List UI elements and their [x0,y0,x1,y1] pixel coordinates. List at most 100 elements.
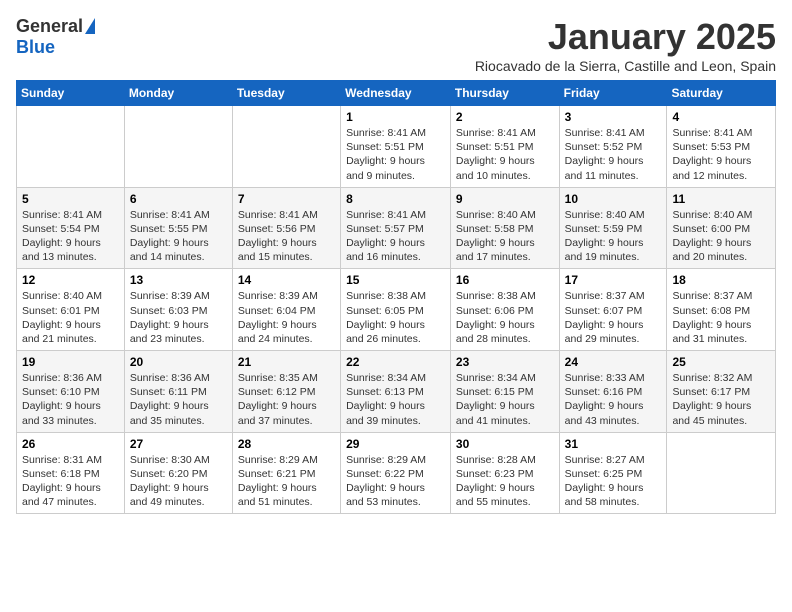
day-number: 22 [346,355,445,369]
calendar-cell: 7 Sunrise: 8:41 AM Sunset: 5:56 PM Daylig… [232,187,340,269]
calendar-cell: 25 Sunrise: 8:32 AM Sunset: 6:17 PM Dayli… [667,351,776,433]
calendar-cell: 30Sunrise: 8:28 AM Sunset: 6:23 PM Dayli… [450,432,559,514]
day-info: Sunrise: 8:41 AM Sunset: 5:55 PM Dayligh… [130,208,227,265]
day-number: 16 [456,273,554,287]
day-info: Sunrise: 8:41 AM Sunset: 5:57 PM Dayligh… [346,208,445,265]
calendar-week-row: 19Sunrise: 8:36 AM Sunset: 6:10 PM Dayli… [17,351,776,433]
day-info: Sunrise: 8:41 AM Sunset: 5:56 PM Dayligh… [238,208,335,265]
calendar-cell [232,106,340,188]
calendar-cell: 8 Sunrise: 8:41 AM Sunset: 5:57 PM Daylig… [341,187,451,269]
calendar-week-row: 26Sunrise: 8:31 AM Sunset: 6:18 PM Dayli… [17,432,776,514]
calendar-cell: 4 Sunrise: 8:41 AM Sunset: 5:53 PM Daylig… [667,106,776,188]
calendar-cell: 2 Sunrise: 8:41 AM Sunset: 5:51 PM Daylig… [450,106,559,188]
page-header: General Blue January 2025 Riocavado de l… [16,16,776,74]
calendar-cell: 20Sunrise: 8:36 AM Sunset: 6:11 PM Dayli… [124,351,232,433]
day-info: Sunrise: 8:38 AM Sunset: 6:05 PM Dayligh… [346,289,445,346]
day-number: 25 [672,355,770,369]
day-header-monday: Monday [124,81,232,106]
calendar-cell: 29 Sunrise: 8:29 AM Sunset: 6:22 PM Dayli… [341,432,451,514]
calendar-header-row: SundayMondayTuesdayWednesdayThursdayFrid… [17,81,776,106]
day-number: 8 [346,192,445,206]
day-info: Sunrise: 8:39 AM Sunset: 6:04 PM Dayligh… [238,289,335,346]
calendar-cell: 12Sunrise: 8:40 AM Sunset: 6:01 PM Dayli… [17,269,125,351]
day-info: Sunrise: 8:37 AM Sunset: 6:08 PM Dayligh… [672,289,770,346]
calendar-cell: 18 Sunrise: 8:37 AM Sunset: 6:08 PM Dayli… [667,269,776,351]
day-header-thursday: Thursday [450,81,559,106]
calendar-week-row: 5Sunrise: 8:41 AM Sunset: 5:54 PM Daylig… [17,187,776,269]
day-number: 28 [238,437,335,451]
day-info: Sunrise: 8:30 AM Sunset: 6:20 PM Dayligh… [130,453,227,510]
calendar-week-row: 12Sunrise: 8:40 AM Sunset: 6:01 PM Dayli… [17,269,776,351]
calendar-cell: 6Sunrise: 8:41 AM Sunset: 5:55 PM Daylig… [124,187,232,269]
day-info: Sunrise: 8:39 AM Sunset: 6:03 PM Dayligh… [130,289,227,346]
day-number: 24 [565,355,662,369]
day-number: 19 [22,355,119,369]
logo-triangle-icon [85,18,95,34]
calendar-cell: 22 Sunrise: 8:34 AM Sunset: 6:13 PM Dayli… [341,351,451,433]
day-info: Sunrise: 8:40 AM Sunset: 6:01 PM Dayligh… [22,289,119,346]
day-info: Sunrise: 8:41 AM Sunset: 5:53 PM Dayligh… [672,126,770,183]
calendar-cell: 9 Sunrise: 8:40 AM Sunset: 5:58 PM Daylig… [450,187,559,269]
day-info: Sunrise: 8:41 AM Sunset: 5:51 PM Dayligh… [456,126,554,183]
calendar-cell: 14 Sunrise: 8:39 AM Sunset: 6:04 PM Dayli… [232,269,340,351]
calendar-cell: 23Sunrise: 8:34 AM Sunset: 6:15 PM Dayli… [450,351,559,433]
day-number: 9 [456,192,554,206]
day-number: 11 [672,192,770,206]
day-info: Sunrise: 8:41 AM Sunset: 5:51 PM Dayligh… [346,126,445,183]
day-info: Sunrise: 8:35 AM Sunset: 6:12 PM Dayligh… [238,371,335,428]
day-number: 7 [238,192,335,206]
calendar-cell: 13 Sunrise: 8:39 AM Sunset: 6:03 PM Dayli… [124,269,232,351]
calendar-cell: 17 Sunrise: 8:37 AM Sunset: 6:07 PM Dayli… [559,269,667,351]
calendar-cell: 11 Sunrise: 8:40 AM Sunset: 6:00 PM Dayli… [667,187,776,269]
calendar-cell: 3 Sunrise: 8:41 AM Sunset: 5:52 PM Daylig… [559,106,667,188]
day-info: Sunrise: 8:41 AM Sunset: 5:52 PM Dayligh… [565,126,662,183]
day-number: 27 [130,437,227,451]
day-number: 29 [346,437,445,451]
title-block: January 2025 Riocavado de la Sierra, Cas… [475,16,776,74]
location-subtitle: Riocavado de la Sierra, Castille and Leo… [475,58,776,74]
calendar-cell [667,432,776,514]
day-header-wednesday: Wednesday [341,81,451,106]
day-number: 10 [565,192,662,206]
calendar-cell: 16Sunrise: 8:38 AM Sunset: 6:06 PM Dayli… [450,269,559,351]
calendar-cell [124,106,232,188]
day-info: Sunrise: 8:28 AM Sunset: 6:23 PM Dayligh… [456,453,554,510]
day-number: 17 [565,273,662,287]
day-info: Sunrise: 8:37 AM Sunset: 6:07 PM Dayligh… [565,289,662,346]
day-number: 21 [238,355,335,369]
day-number: 3 [565,110,662,124]
day-number: 18 [672,273,770,287]
day-number: 4 [672,110,770,124]
day-info: Sunrise: 8:33 AM Sunset: 6:16 PM Dayligh… [565,371,662,428]
day-number: 15 [346,273,445,287]
day-header-sunday: Sunday [17,81,125,106]
day-info: Sunrise: 8:29 AM Sunset: 6:21 PM Dayligh… [238,453,335,510]
day-info: Sunrise: 8:40 AM Sunset: 5:59 PM Dayligh… [565,208,662,265]
day-number: 31 [565,437,662,451]
calendar-cell [17,106,125,188]
day-info: Sunrise: 8:29 AM Sunset: 6:22 PM Dayligh… [346,453,445,510]
day-number: 13 [130,273,227,287]
calendar-cell: 10 Sunrise: 8:40 AM Sunset: 5:59 PM Dayli… [559,187,667,269]
day-header-friday: Friday [559,81,667,106]
month-title: January 2025 [475,16,776,58]
day-info: Sunrise: 8:40 AM Sunset: 5:58 PM Dayligh… [456,208,554,265]
calendar-table: SundayMondayTuesdayWednesdayThursdayFrid… [16,80,776,514]
calendar-cell: 31Sunrise: 8:27 AM Sunset: 6:25 PM Dayli… [559,432,667,514]
day-info: Sunrise: 8:40 AM Sunset: 6:00 PM Dayligh… [672,208,770,265]
calendar-cell: 27 Sunrise: 8:30 AM Sunset: 6:20 PM Dayli… [124,432,232,514]
day-number: 14 [238,273,335,287]
day-number: 1 [346,110,445,124]
day-number: 23 [456,355,554,369]
calendar-cell: 1 Sunrise: 8:41 AM Sunset: 5:51 PM Daylig… [341,106,451,188]
day-header-tuesday: Tuesday [232,81,340,106]
calendar-cell: 5Sunrise: 8:41 AM Sunset: 5:54 PM Daylig… [17,187,125,269]
day-info: Sunrise: 8:34 AM Sunset: 6:13 PM Dayligh… [346,371,445,428]
logo: General Blue [16,16,95,58]
calendar-cell: 26Sunrise: 8:31 AM Sunset: 6:18 PM Dayli… [17,432,125,514]
calendar-cell: 15 Sunrise: 8:38 AM Sunset: 6:05 PM Dayli… [341,269,451,351]
day-number: 2 [456,110,554,124]
day-info: Sunrise: 8:32 AM Sunset: 6:17 PM Dayligh… [672,371,770,428]
day-number: 26 [22,437,119,451]
day-header-saturday: Saturday [667,81,776,106]
